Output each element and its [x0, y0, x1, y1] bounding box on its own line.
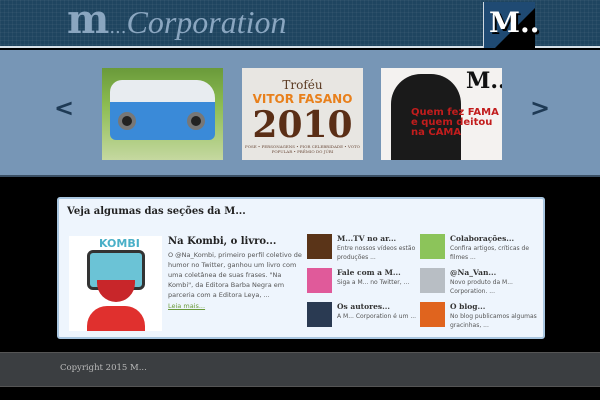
section-description: No blog publicamos algumas gracinhas, ..… [450, 313, 537, 329]
slide-line: 2010 [252, 104, 353, 146]
featured-image[interactable]: KOMBI [69, 236, 162, 331]
featured-text: O @Na_Kombi, primeiro perfil coletivo de… [168, 251, 302, 299]
brand-badge[interactable]: M.. [483, 2, 540, 48]
section-item[interactable]: O blog... No blog publicamos algumas grac… [420, 302, 537, 330]
logo-dots: ... [109, 17, 127, 38]
site-logo[interactable]: m ... Corporation [67, 0, 287, 46]
section-thumbnail [307, 302, 332, 327]
read-more-link[interactable]: Leia mais... [168, 302, 205, 310]
mouth [97, 280, 135, 302]
section-title[interactable]: O blog... [450, 302, 485, 311]
slide-trofeu[interactable]: Troféu VITOR FASANO 2010 POSE • PERSONAG… [242, 68, 363, 160]
section-title[interactable]: Os autores... [337, 302, 390, 311]
section-title[interactable]: Fale com a M... [337, 268, 401, 277]
section-thumbnail [420, 302, 445, 327]
slide-line: Troféu [282, 78, 323, 92]
section-item[interactable]: Colaborações... Confira artigos, críticas… [420, 234, 535, 262]
section-description: Entre nossos vídeos estão produções ... [337, 245, 416, 261]
cover-headline: Quem fez FAMA e quem deitou na CAMA [411, 107, 499, 138]
section-title[interactable]: M...TV no ar... [337, 234, 396, 243]
section-thumbnail [420, 234, 445, 259]
wheel [118, 112, 136, 130]
section-title[interactable]: Colaborações... [450, 234, 514, 243]
copyright: Copyright 2015 M... [60, 363, 147, 373]
section-item[interactable]: Os autores... A M... Corporation é um ... [307, 302, 422, 330]
sections-heading: Veja algumas das seções da M... [67, 206, 246, 217]
carousel-next-button[interactable]: > [530, 94, 550, 122]
section-description: Novo produto da M... Corporation. ... [450, 279, 513, 295]
slide-revista[interactable]: M.. Quem fez FAMA e quem deitou na CAMA [381, 68, 502, 160]
section-description: A M... Corporation é um ... [337, 313, 417, 320]
logo-corporation: Corporation [126, 4, 287, 40]
section-thumbnail [307, 268, 332, 293]
image-label: KOMBI [99, 237, 140, 250]
kombi-illustration [110, 80, 215, 140]
site-header: m ... Corporation M.. [0, 0, 600, 48]
carousel-prev-button[interactable]: < [54, 94, 74, 122]
featured-title[interactable]: Na Kombi, o livro... [168, 236, 276, 247]
shirt [87, 306, 145, 331]
section-item[interactable]: @Na_Van... Novo produto da M... Corporati… [420, 268, 535, 296]
section-title[interactable]: @Na_Van... [450, 268, 496, 277]
badge-text: M.. [489, 6, 540, 39]
cover-logo: M.. [466, 68, 502, 94]
slide-kombi[interactable] [102, 68, 223, 160]
slide-line: POSE • PERSONAGENS • PIOR CELEBRIDADE • … [245, 144, 360, 154]
section-item[interactable]: M...TV no ar... Entre nossos vídeos estão… [307, 234, 422, 262]
sections-panel: Veja algumas das seções da M... KOMBI Na… [57, 197, 545, 339]
section-description: Confira artigos, críticas de filmes ... [450, 245, 530, 261]
section-thumbnail [420, 268, 445, 293]
wheel [187, 112, 205, 130]
site-footer: Copyright 2015 M... [0, 352, 600, 387]
section-item[interactable]: Fale com a M... Siga a M... no Twitter, .… [307, 268, 422, 296]
section-thumbnail [307, 234, 332, 259]
image-carousel: < Troféu VITOR FASANO 2010 POSE • PERSON… [0, 50, 600, 177]
logo-m: m [67, 0, 110, 43]
section-description: Siga a M... no Twitter, ... [337, 279, 410, 286]
